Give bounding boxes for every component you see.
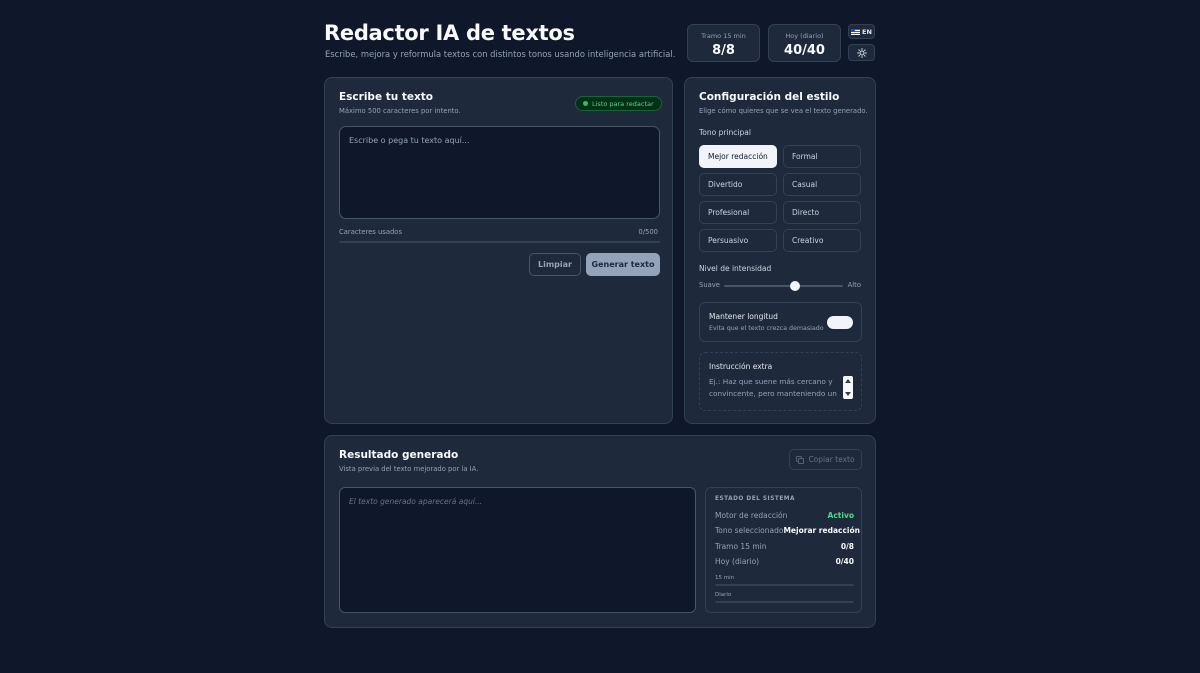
status-badge: Listo para redactar (575, 96, 662, 111)
bar-daily (715, 601, 854, 603)
sun-icon (856, 47, 867, 58)
status-key: Tono seleccionado (715, 526, 784, 535)
bar-daily-label: Diario (715, 592, 732, 598)
result-subtitle: Vista previa del texto mejorado por la I… (339, 465, 479, 473)
keep-length-toggle[interactable] (827, 316, 853, 329)
language-button[interactable]: EN (848, 24, 875, 39)
extra-instruction-scrollbar[interactable] (843, 376, 853, 399)
stat-label: Hoy (diario) (785, 32, 824, 40)
style-title: Configuración del estilo (699, 91, 840, 103)
keep-length-box: Mantener longitud Evita que el texto cre… (699, 302, 862, 342)
intensity-label: Nivel de intensidad (699, 264, 772, 273)
theme-toggle-button[interactable] (848, 44, 875, 61)
tone-option[interactable]: Casual (783, 173, 861, 196)
keep-length-subtitle: Evita que el texto crezca demasiado (709, 325, 824, 332)
copy-icon (796, 455, 805, 464)
stat-value: 40/40 (784, 43, 825, 58)
extra-instruction-input[interactable]: Ej.: Haz que suene más cercano y convinc… (709, 376, 844, 402)
us-flag-icon (851, 28, 861, 35)
intensity-slider[interactable] (724, 281, 843, 291)
stat-daily: Hoy (diario) 40/40 (768, 24, 841, 62)
result-card: Resultado generado Vista previa del text… (324, 435, 876, 628)
extra-instruction-box: Instrucción extra Ej.: Haz que suene más… (699, 352, 862, 411)
status-row: Motor de redacción Activo (715, 511, 854, 520)
result-title: Resultado generado (339, 449, 459, 461)
text-input-placeholder: Escribe o pega tu texto aquí... (349, 136, 470, 145)
keep-length-title: Mantener longitud (709, 312, 778, 321)
copy-button-label: Copiar texto (808, 455, 855, 464)
chars-label: Caracteres usados (339, 228, 403, 236)
chars-progress-bar (339, 241, 660, 243)
header: Redactor IA de textos Escribe, mejora y … (324, 20, 876, 68)
copy-button[interactable]: Copiar texto (789, 449, 862, 470)
scroll-up-icon[interactable] (845, 379, 851, 383)
status-value: Activo (827, 511, 854, 520)
system-status-panel: ESTADO DEL SISTEMA Motor de redacción Ac… (705, 487, 862, 613)
page-subtitle: Escribe, mejora y reformula textos con d… (325, 49, 676, 59)
slider-thumb[interactable] (790, 281, 801, 291)
status-key: Hoy (diario) (715, 557, 760, 566)
page-title: Redactor IA de textos (324, 21, 575, 45)
tone-option[interactable]: Formal (783, 145, 861, 168)
result-placeholder: El texto generado aparecerá aquí... (349, 497, 483, 506)
status-value: Mejorar redacción (783, 526, 860, 535)
status-value: 0/8 (840, 542, 854, 551)
extra-instruction-title: Instrucción extra (709, 362, 773, 371)
intensity-high-label: Alto (847, 281, 861, 289)
intensity-low-label: Suave (699, 281, 720, 289)
status-key: Motor de redacción (715, 511, 788, 520)
status-row: Tramo 15 min 0/8 (715, 542, 854, 551)
tone-option[interactable]: Creativo (783, 229, 861, 252)
stat-value: 8/8 (712, 43, 735, 58)
tone-option[interactable]: Mejor redacción (699, 145, 777, 168)
status-key: Tramo 15 min (715, 542, 767, 551)
language-label: EN (862, 27, 872, 36)
style-subtitle: Elige cómo quieres que se vea el texto g… (699, 107, 868, 115)
editor-title: Escribe tu texto (339, 91, 434, 103)
app-root: Redactor IA de textos Escribe, mejora y … (324, 20, 876, 628)
tone-option[interactable]: Directo (783, 201, 861, 224)
stat-15min: Tramo 15 min 8/8 (687, 24, 760, 62)
bar-15min-label: 15 min (715, 575, 735, 581)
status-row: Hoy (diario) 0/40 (715, 557, 854, 566)
tone-option[interactable]: Persuasivo (699, 229, 777, 252)
status-badge-label: Listo para redactar (592, 99, 654, 108)
status-value: 0/40 (835, 557, 854, 566)
stat-label: Tramo 15 min (701, 32, 746, 40)
generate-button[interactable]: Generar texto (586, 253, 660, 276)
tone-label: Tono principal (699, 128, 751, 137)
result-output[interactable]: El texto generado aparecerá aquí... (339, 487, 696, 613)
tone-option[interactable]: Divertido (699, 173, 777, 196)
style-card: Configuración del estilo Elige cómo quie… (684, 77, 876, 424)
bar-15min (715, 584, 854, 586)
tone-option[interactable]: Profesional (699, 201, 777, 224)
clear-button[interactable]: Limpiar (529, 253, 581, 276)
text-input[interactable]: Escribe o pega tu texto aquí... (339, 126, 660, 219)
scroll-down-icon[interactable] (845, 392, 851, 396)
status-dot-icon (583, 101, 588, 106)
system-status-title: ESTADO DEL SISTEMA (715, 496, 796, 502)
editor-subtitle: Máximo 500 caracteres por intento. (339, 107, 461, 115)
editor-card: Escribe tu texto Máximo 500 caracteres p… (324, 77, 673, 424)
status-row: Tono seleccionado Mejorar redacción (715, 526, 860, 535)
chars-value: 0/500 (638, 228, 658, 236)
